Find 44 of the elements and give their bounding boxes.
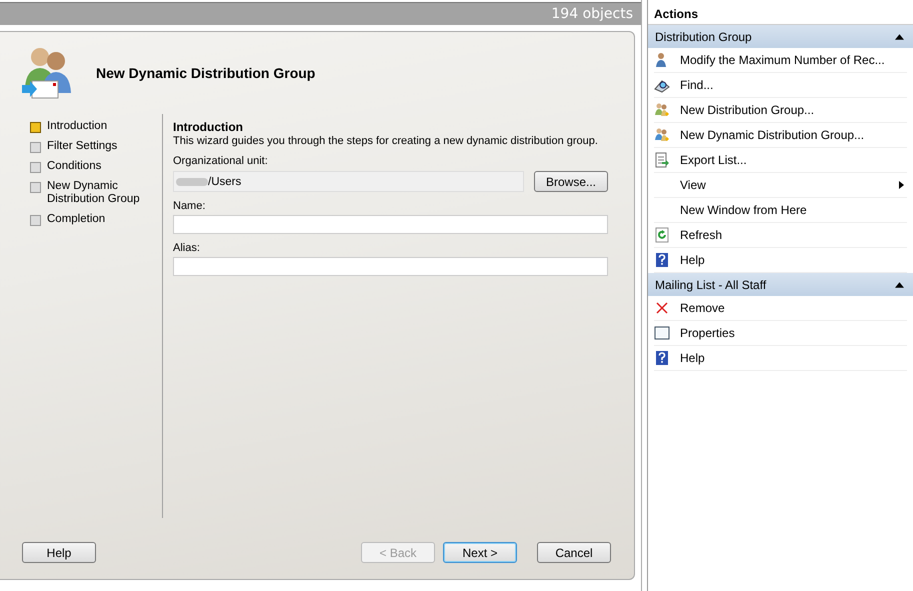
wizard-title: New Dynamic Distribution Group	[96, 65, 316, 81]
action-item[interactable]: Find...	[654, 73, 907, 98]
action-item[interactable]: View	[654, 173, 907, 198]
input-field[interactable]	[173, 257, 608, 276]
action-item[interactable]: Refresh	[654, 223, 907, 248]
section-title: Mailing List - All Staff	[655, 278, 766, 292]
wizard-step[interactable]: Filter Settings	[30, 140, 162, 153]
action-item[interactable]: Remove	[654, 296, 907, 321]
group-icon	[654, 127, 670, 143]
next-button[interactable]: Next >	[443, 542, 517, 563]
group-icon	[654, 102, 670, 118]
refresh-icon	[654, 227, 670, 243]
field-value: /Users	[208, 176, 242, 188]
help-icon	[654, 350, 670, 366]
wizard-step[interactable]: Introduction	[30, 120, 162, 133]
input-field[interactable]	[173, 215, 608, 234]
section-title: Distribution Group	[655, 30, 752, 44]
action-item[interactable]: New Distribution Group...	[654, 98, 907, 123]
field-label: Name:	[173, 200, 206, 212]
blurred-text	[176, 178, 208, 186]
org-unit-field[interactable]: /Users	[173, 171, 524, 192]
section-header[interactable]: Mailing List - All Staff	[648, 273, 913, 296]
action-item[interactable]: Help	[654, 346, 907, 371]
page-title: Introduction	[173, 120, 244, 134]
section-header[interactable]: Distribution Group	[648, 25, 913, 48]
properties-icon	[654, 325, 670, 341]
action-item[interactable]: Modify the Maximum Number of Rec...	[654, 48, 907, 73]
help-button[interactable]: Help	[22, 542, 96, 563]
action-item[interactable]: Properties	[654, 321, 907, 346]
browse-button[interactable]: Browse...	[534, 171, 608, 192]
remove-icon	[654, 300, 670, 316]
wizard-step[interactable]: Completion	[30, 213, 162, 226]
action-item[interactable]: New Dynamic Distribution Group...	[654, 123, 907, 148]
help-icon	[654, 252, 670, 268]
wizard-step[interactable]: New Dynamic Distribution Group	[30, 180, 162, 206]
action-item[interactable]: Export List...	[654, 148, 907, 173]
object-count: 194 objects	[551, 6, 633, 22]
action-item[interactable]: New Window from Here	[654, 198, 907, 223]
field-label: Organizational unit:	[173, 155, 269, 167]
cancel-button[interactable]: Cancel	[537, 542, 611, 563]
page-description: This wizard guides you through the steps for creating a new dynamic distribution group.	[173, 135, 599, 147]
wizard-step[interactable]: Conditions	[30, 160, 162, 173]
field-label: Alias:	[173, 242, 201, 254]
export-list-icon	[654, 152, 670, 168]
